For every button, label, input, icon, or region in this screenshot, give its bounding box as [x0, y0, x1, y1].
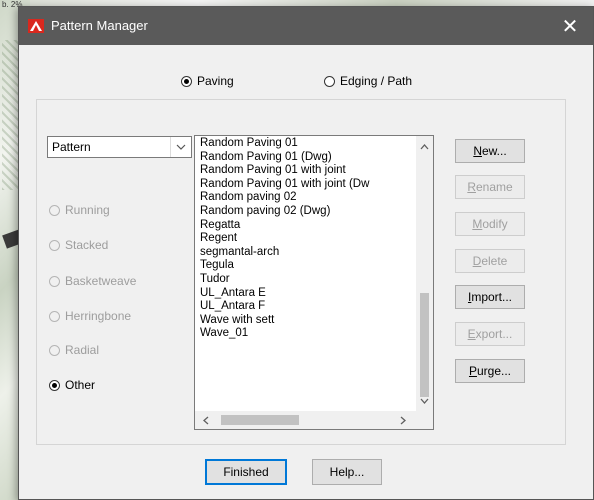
new-button-mnemonic: N	[473, 144, 482, 158]
list-item[interactable]: UL_Antara E	[200, 287, 415, 301]
list-item[interactable]: Random paving 02 (Dwg)	[200, 205, 415, 219]
radio-layout-other-label: Other	[65, 378, 96, 392]
list-item[interactable]: Regatta	[200, 219, 415, 233]
modify-button-label: odify	[482, 217, 508, 231]
list-item[interactable]: segmantal-arch	[200, 246, 415, 260]
help-button[interactable]: Help...	[312, 459, 382, 485]
delete-button: Delete	[455, 249, 525, 273]
scroll-left-icon[interactable]	[199, 413, 213, 427]
purge-button[interactable]: Purge...	[455, 359, 525, 383]
delete-button-label: elete	[481, 254, 508, 268]
list-item[interactable]: Random Paving 01 with joint (Dw	[200, 178, 415, 192]
export-button: Export...	[455, 322, 525, 346]
radio-layout-running: Running	[49, 203, 110, 217]
radio-paving-label: Paving	[197, 74, 234, 88]
radio-layout-herringbone-indicator	[49, 310, 60, 322]
app-logo-icon	[28, 19, 44, 33]
list-item[interactable]: Wave_01	[200, 327, 415, 341]
list-item[interactable]: Regent	[200, 232, 415, 246]
rename-button-mnemonic: R	[467, 180, 476, 194]
radio-layout-stacked-label: Stacked	[65, 238, 109, 252]
import-button[interactable]: Import...	[455, 285, 525, 309]
export-button-mnemonic: E	[467, 327, 476, 341]
radio-layout-running-label: Running	[65, 203, 110, 217]
modify-button: Modify	[455, 212, 525, 236]
radio-layout-other[interactable]: Other	[49, 378, 95, 392]
radio-edging-path-indicator	[324, 75, 335, 87]
modify-button-mnemonic: M	[472, 217, 483, 231]
list-item[interactable]: Random Paving 01 with joint	[200, 164, 415, 178]
pattern-type-selected: Pattern	[52, 140, 91, 154]
finished-button-label: Finished	[223, 465, 269, 479]
scroll-up-icon[interactable]	[417, 140, 431, 154]
radio-paving[interactable]: Paving	[181, 74, 234, 88]
radio-edging-path-label: Edging / Path	[340, 74, 413, 88]
purge-button-label: urge...	[476, 364, 512, 378]
export-button-label: xport...	[475, 327, 513, 341]
purge-button-mnemonic: P	[468, 364, 477, 378]
pattern-type-dropdown[interactable]: Pattern	[47, 136, 192, 158]
pattern-manager-dialog: Pattern Manager ✕ Paving Edging / Path P…	[18, 6, 594, 500]
new-button[interactable]: New...	[455, 139, 525, 163]
radio-layout-basketweave: Basketweave	[49, 274, 136, 288]
radio-layout-basketweave-label: Basketweave	[65, 274, 137, 288]
list-item[interactable]: UL_Antara F	[200, 300, 415, 314]
horizontal-scroll-thumb[interactable]	[221, 415, 299, 425]
close-button[interactable]: ✕	[547, 7, 593, 45]
finished-button[interactable]: Finished	[205, 459, 287, 485]
radio-layout-basketweave-indicator	[49, 275, 60, 287]
radio-layout-radial-indicator	[49, 344, 60, 356]
rename-button-label: ename	[475, 180, 513, 194]
list-item[interactable]: Tegula	[200, 259, 415, 273]
radio-layout-radial-label: Radial	[65, 343, 100, 357]
rename-button: Rename	[455, 175, 525, 199]
scroll-down-icon[interactable]	[417, 394, 431, 408]
radio-edging-path[interactable]: Edging / Path	[324, 74, 412, 88]
radio-paving-indicator	[181, 75, 192, 87]
radio-layout-stacked-indicator	[49, 239, 60, 251]
radio-layout-stacked: Stacked	[49, 238, 108, 252]
help-button-label: Help...	[329, 465, 365, 479]
list-item[interactable]: Tudor	[200, 273, 415, 287]
radio-layout-other-indicator	[49, 379, 60, 391]
new-button-label: ew...	[481, 144, 507, 158]
radio-layout-herringbone-label: Herringbone	[65, 309, 132, 323]
close-icon: ✕	[561, 15, 579, 38]
delete-button-mnemonic: D	[472, 254, 482, 268]
radio-layout-running-indicator	[49, 204, 60, 216]
list-item[interactable]: Random paving 02	[200, 191, 415, 205]
scroll-right-icon[interactable]	[396, 413, 410, 427]
window-title: Pattern Manager	[51, 18, 148, 33]
scrollbar-corner	[416, 411, 433, 429]
title-bar[interactable]: Pattern Manager ✕	[19, 7, 593, 45]
radio-layout-herringbone: Herringbone	[49, 309, 131, 323]
list-item[interactable]: Random Paving 01	[200, 137, 415, 151]
radio-layout-radial: Radial	[49, 343, 99, 357]
list-item[interactable]: Wave with sett	[200, 314, 415, 328]
vertical-scrollbar[interactable]	[416, 136, 433, 411]
import-button-label: mport...	[471, 290, 513, 304]
pattern-list[interactable]: Random Paving 01 Random Paving 01 (Dwg) Ra…	[194, 135, 434, 430]
list-item[interactable]: Random Paving 01 (Dwg)	[200, 151, 415, 165]
vertical-scroll-thumb[interactable]	[420, 293, 429, 397]
chevron-down-icon	[170, 137, 191, 157]
horizontal-scrollbar[interactable]	[195, 411, 416, 429]
